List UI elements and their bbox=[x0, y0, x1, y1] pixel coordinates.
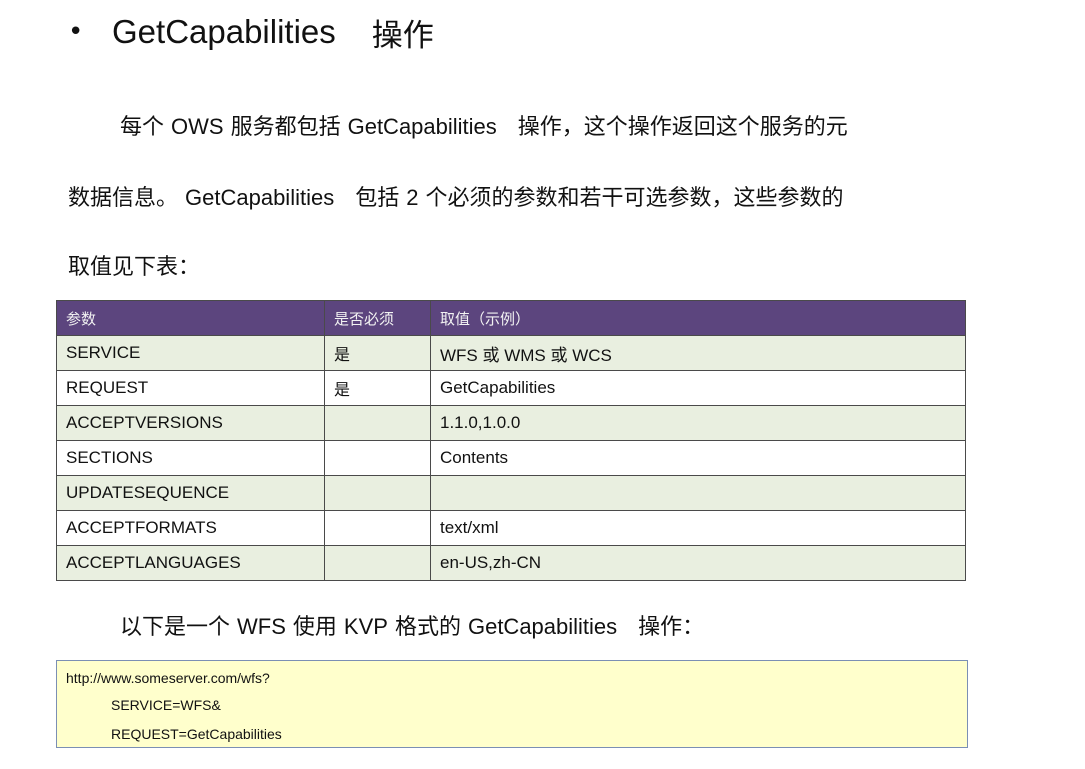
value-cell: text/xml bbox=[430, 510, 966, 546]
code-line-service: SERVICE=WFS& bbox=[111, 697, 221, 713]
required-cell bbox=[324, 475, 431, 511]
example-intro-text: 格式的 bbox=[394, 615, 461, 640]
section-heading: • GetCapabilities 操作 bbox=[68, 10, 434, 54]
required-cell bbox=[324, 440, 431, 476]
column-header-required: 是否必须 bbox=[324, 300, 431, 336]
intro-text: 包括 bbox=[355, 186, 400, 211]
table-row: UPDATESEQUENCE bbox=[56, 475, 966, 511]
code-line-url: http://www.someserver.com/wfs? bbox=[66, 670, 270, 686]
example-intro-text: 以下是一个 bbox=[120, 615, 231, 640]
required-cell bbox=[324, 545, 431, 581]
bullet-icon: • bbox=[68, 17, 84, 47]
intro-text: 服务都包括 bbox=[230, 115, 341, 140]
column-header-param: 参数 bbox=[56, 300, 325, 336]
example-intro-text: 操作： bbox=[638, 615, 705, 640]
example-intro-text: KVP bbox=[343, 614, 388, 639]
code-line-request: REQUEST=GetCapabilities bbox=[111, 726, 282, 742]
intro-text: OWS bbox=[171, 114, 224, 139]
intro-text: 取值见下表： bbox=[68, 255, 201, 280]
intro-text: GetCapabilities bbox=[185, 185, 335, 210]
table-row: SECTIONS Contents bbox=[56, 440, 966, 476]
value-cell: 1.1.0,1.0.0 bbox=[430, 405, 966, 441]
intro-text: GetCapabilities bbox=[347, 114, 497, 139]
value-cell: en-US,zh-CN bbox=[430, 545, 966, 581]
example-intro-text: GetCapabilities bbox=[467, 614, 618, 639]
example-intro: 以下是一个 WFS 使用 KVP 格式的 GetCapabilities 操作： bbox=[120, 612, 704, 643]
required-cell: 是 bbox=[324, 335, 431, 371]
intro-line-1: 每个 OWS 服务都包括 GetCapabilities 操作，这个操作返回这个… bbox=[120, 112, 848, 143]
param-cell: UPDATESEQUENCE bbox=[56, 475, 325, 511]
value-cell: Contents bbox=[430, 440, 966, 476]
param-cell: ACCEPTVERSIONS bbox=[56, 405, 325, 441]
param-cell: REQUEST bbox=[56, 370, 325, 406]
intro-text: 操作，这个操作返回这个服务的元 bbox=[517, 115, 848, 140]
table-row: REQUEST 是 GetCapabilities bbox=[56, 370, 966, 406]
heading-title-en: GetCapabilities bbox=[112, 13, 336, 50]
table-row: ACCEPTLANGUAGES en-US,zh-CN bbox=[56, 545, 966, 581]
param-cell: SECTIONS bbox=[56, 440, 325, 476]
example-intro-text: 使用 bbox=[292, 615, 337, 640]
intro-text: 数据信息。 bbox=[68, 186, 179, 211]
column-header-value: 取值（示例） bbox=[430, 300, 966, 336]
intro-line-2: 数据信息。 GetCapabilities 包括 2 个必须的参数和若干可选参数… bbox=[68, 183, 843, 214]
value-cell: WFS 或 WMS 或 WCS bbox=[430, 335, 966, 371]
table-row: ACCEPTVERSIONS 1.1.0,1.0.0 bbox=[56, 405, 966, 441]
intro-line-3: 取值见下表： bbox=[68, 253, 200, 283]
example-intro-text: WFS bbox=[237, 614, 286, 639]
value-text: WFS 或 WMS 或 WCS bbox=[440, 345, 612, 365]
table-row: ACCEPTFORMATS text/xml bbox=[56, 510, 966, 546]
required-cell: 是 bbox=[324, 370, 431, 406]
table-row: SERVICE 是 WFS 或 WMS 或 WCS bbox=[56, 335, 966, 371]
param-cell: SERVICE bbox=[56, 335, 325, 371]
param-cell: ACCEPTFORMATS bbox=[56, 510, 325, 546]
heading-title-cn: 操作 bbox=[371, 17, 434, 54]
parameter-table: 参数 是否必须 取值（示例） SERVICE 是 WFS 或 WMS 或 WCS… bbox=[56, 300, 966, 581]
code-example-box: http://www.someserver.com/wfs? SERVICE=W… bbox=[56, 660, 968, 748]
param-cell: ACCEPTLANGUAGES bbox=[56, 545, 325, 581]
value-cell bbox=[430, 475, 966, 511]
table-header-row: 参数 是否必须 取值（示例） bbox=[56, 300, 966, 336]
required-cell bbox=[324, 510, 431, 546]
intro-text: 2 bbox=[406, 185, 419, 210]
value-cell: GetCapabilities bbox=[430, 370, 966, 406]
intro-text: 个必须的参数和若干可选参数，这些参数的 bbox=[425, 186, 844, 211]
required-cell bbox=[324, 405, 431, 441]
intro-text: 每个 bbox=[120, 115, 165, 140]
